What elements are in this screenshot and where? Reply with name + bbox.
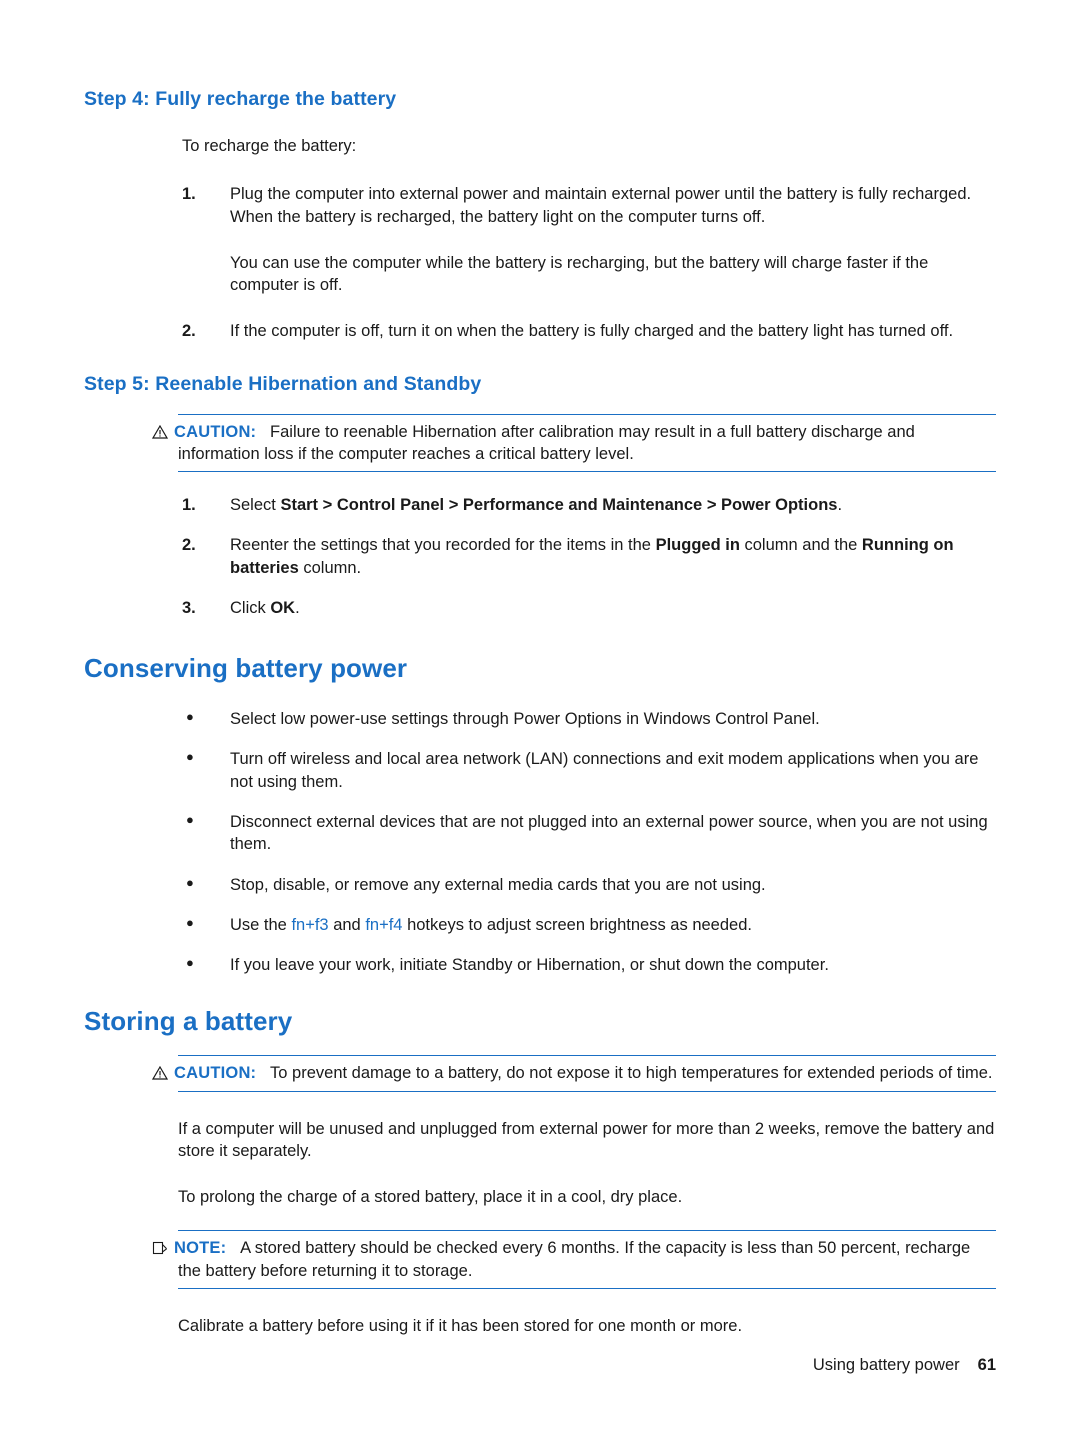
list-item: 1. Select Start > Control Panel > Perfor…	[182, 494, 996, 516]
list-item-text: Disconnect external devices that are not…	[230, 812, 988, 854]
list-item-number: 3.	[182, 598, 196, 617]
note-label: NOTE:	[174, 1239, 227, 1258]
list-item: 1. Plug the computer into external power…	[182, 183, 996, 228]
list-item: ● Use the fn+f3 and fn+f4 hotkeys to adj…	[182, 914, 996, 936]
text-run: Use the	[230, 915, 292, 934]
bullet-icon: ●	[186, 955, 194, 971]
heading-step-5: Step 5: Reenable Hibernation and Standby	[84, 372, 482, 395]
list-item: ● If you leave your work, initiate Stand…	[182, 954, 996, 976]
list-item-text: Click OK.	[230, 599, 300, 617]
storing-paragraph-1: If a computer will be unused and unplugg…	[178, 1119, 995, 1160]
note-block-storing: NOTE: A stored battery should be checked…	[152, 1230, 996, 1289]
bullet-icon: ●	[186, 709, 194, 725]
text-run: .	[295, 598, 300, 617]
list-item-text: Select low power-use settings through Po…	[230, 710, 820, 729]
bullet-icon: ●	[186, 749, 194, 765]
bullet-icon: ●	[186, 914, 194, 930]
text-run-bold: Start > Control Panel > Performance and …	[280, 496, 838, 515]
hotkey-link-fn-f4[interactable]: fn+f4	[365, 916, 402, 934]
list-item-text: Turn off wireless and local area network…	[230, 750, 979, 791]
list-item: ● Disconnect external devices that are n…	[182, 811, 996, 856]
heading-conserving-battery-power: Conserving battery power	[84, 653, 408, 684]
list-item-number: 2.	[182, 536, 196, 555]
text-run: Reenter the settings that you recorded f…	[230, 536, 656, 555]
caution-block-storing: CAUTION: To prevent damage to a battery,…	[151, 1055, 996, 1092]
caution-triangle-icon	[151, 1062, 174, 1084]
list-item-number: 1.	[182, 496, 196, 515]
text-run: Select	[230, 496, 281, 515]
caution-triangle-icon	[151, 421, 174, 443]
text-run: hotkeys to adjust screen brightness as n…	[402, 915, 752, 934]
step5-list: 1. Select Start > Control Panel > Perfor…	[84, 494, 996, 619]
note-text: A stored battery should be checked every…	[178, 1239, 971, 1280]
text-run-bold: Plugged in	[655, 536, 740, 555]
list-item-number: 1.	[182, 185, 196, 204]
list-item: ● Stop, disable, or remove any external …	[182, 874, 996, 896]
page-footer: Using battery power 61	[84, 1356, 996, 1375]
heading-step-4: Step 4: Fully recharge the battery	[84, 88, 397, 110]
step4-recharging-note: You can use the computer while the batte…	[230, 253, 929, 295]
step4-list-continued: 2. If the computer is off, turn it on wh…	[84, 320, 996, 342]
text-run: column.	[298, 558, 362, 577]
list-item-text: Reenter the settings that you recorded f…	[230, 536, 954, 576]
list-item-text: If you leave your work, initiate Standby…	[230, 956, 829, 975]
step4-intro-paragraph: To recharge the battery:	[182, 137, 357, 155]
text-run: and	[328, 915, 366, 934]
step4-list: 1. Plug the computer into external power…	[84, 183, 996, 228]
list-item: 2. Reenter the settings that you recorde…	[182, 534, 996, 579]
bullet-icon: ●	[186, 874, 194, 890]
list-item-text: Select Start > Control Panel > Performan…	[230, 496, 842, 514]
bullet-icon: ●	[186, 811, 194, 827]
document-page: Step 4: Fully recharge the battery To re…	[0, 0, 1080, 1437]
storing-paragraph-2: To prolong the charge of a stored batter…	[178, 1188, 683, 1207]
list-item: ● Turn off wireless and local area netwo…	[182, 748, 996, 793]
list-item-text: Stop, disable, or remove any external me…	[230, 875, 766, 894]
caution-text: Failure to reenable Hibernation after ca…	[178, 422, 915, 463]
storing-paragraph-3: Calibrate a battery before using it if i…	[178, 1316, 743, 1335]
text-run: .	[837, 496, 843, 515]
list-item: 3. Click OK.	[182, 597, 996, 619]
text-run: Click	[230, 598, 271, 617]
list-item: ● Select low power-use settings through …	[182, 708, 996, 730]
caution-text: To prevent damage to a battery, do not e…	[270, 1064, 993, 1083]
text-run: column and the	[739, 536, 862, 555]
text-run-bold: OK	[270, 598, 296, 617]
caution-block-step5: CAUTION: Failure to reenable Hibernation…	[151, 413, 996, 473]
list-item-text: If the computer is off, turn it on when …	[230, 322, 954, 341]
caution-label: CAUTION:	[174, 422, 257, 441]
conserving-bullet-list: ● Select low power-use settings through …	[84, 708, 996, 976]
list-item-text: Plug the computer into external power an…	[230, 185, 972, 226]
list-item: 2. If the computer is off, turn it on wh…	[182, 320, 996, 342]
caution-label: CAUTION:	[174, 1064, 257, 1083]
note-pencil-icon	[152, 1237, 174, 1259]
hotkey-link-fn-f3[interactable]: fn+f3	[291, 916, 328, 934]
list-item-number: 2.	[182, 322, 196, 341]
heading-storing-a-battery: Storing a battery	[84, 1006, 293, 1037]
footer-chapter-title: Using battery power	[812, 1356, 960, 1374]
list-item-text: Use the fn+f3 and fn+f4 hotkeys to adjus…	[230, 916, 752, 934]
footer-page-number: 61	[977, 1356, 996, 1374]
